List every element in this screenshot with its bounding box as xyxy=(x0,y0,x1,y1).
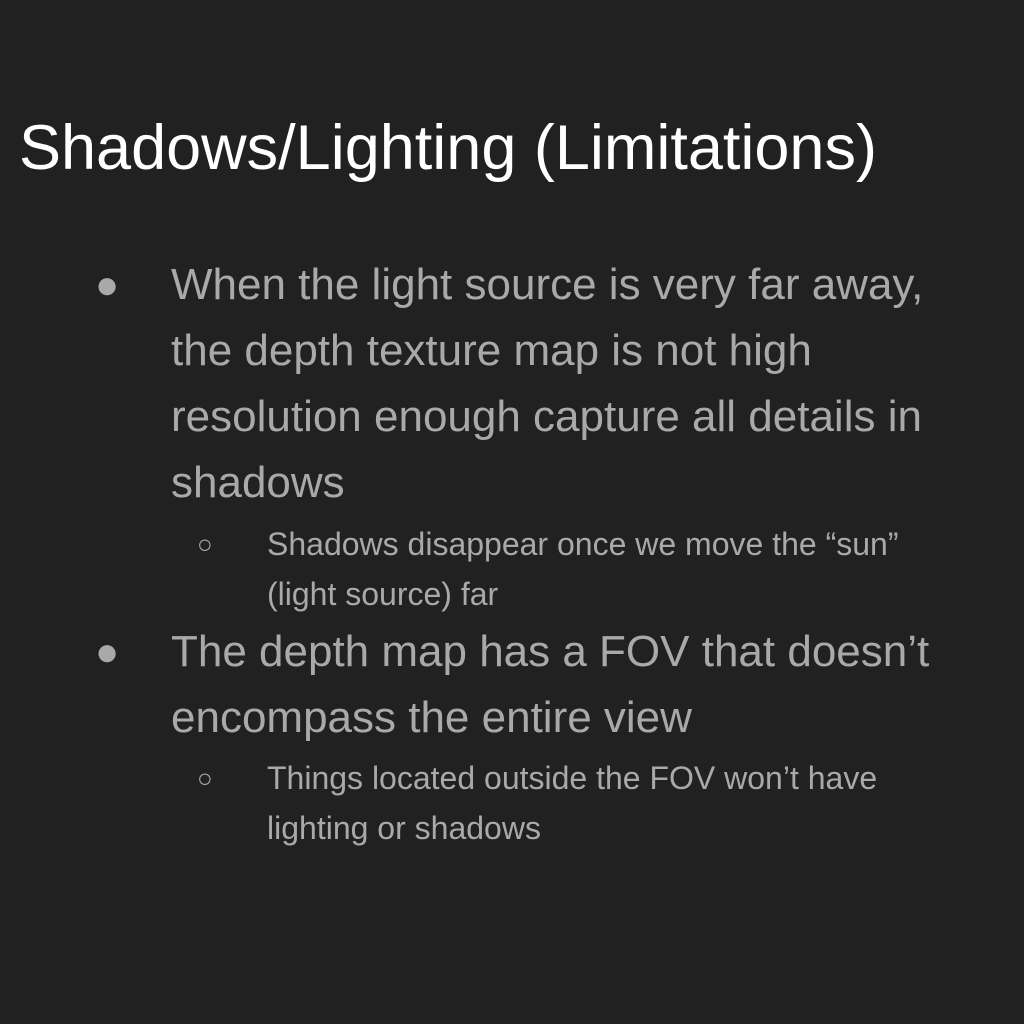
sub-bullet-text-1: Shadows disappear once we move the “sun”… xyxy=(267,526,899,612)
bullet-filled-icon: ● xyxy=(95,630,120,674)
bullet-text-1: When the light source is very far away, … xyxy=(171,260,924,507)
bullet-hollow-icon: ○ xyxy=(197,763,213,793)
sub-bullet-item-2: ○ Things located outside the FOV won’t h… xyxy=(197,753,967,853)
sub-bullet-item-1: ○ Shadows disappear once we move the “su… xyxy=(197,519,967,619)
bullet-item-1: ● When the light source is very far away… xyxy=(95,252,951,516)
bullet-hollow-icon: ○ xyxy=(197,529,213,559)
bullet-list: ● When the light source is very far away… xyxy=(0,0,1024,1024)
slide: Shadows/Lighting (Limitations) ● When th… xyxy=(0,0,1024,1024)
bullet-filled-icon: ● xyxy=(95,263,120,307)
bullet-item-2: ● The depth map has a FOV that doesn’t e… xyxy=(95,619,951,751)
bullet-text-2: The depth map has a FOV that doesn’t enc… xyxy=(171,627,930,742)
sub-bullet-text-2: Things located outside the FOV won’t hav… xyxy=(267,760,878,846)
